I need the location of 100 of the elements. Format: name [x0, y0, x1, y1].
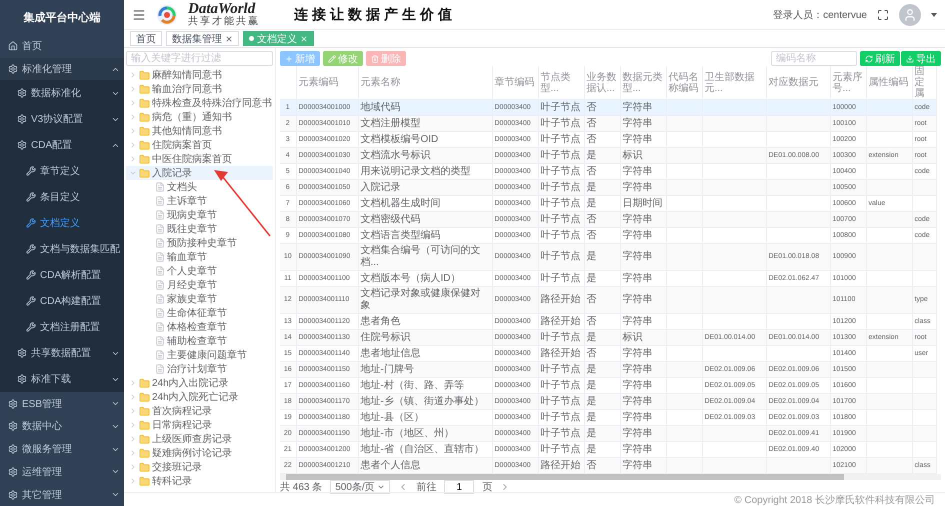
sidebar-item[interactable]: 条目定义	[0, 184, 124, 210]
gear-icon	[17, 88, 27, 98]
tree-item[interactable]: 其他知情同意书	[126, 124, 273, 138]
sidebar-item[interactable]: 运维管理	[0, 460, 124, 484]
wrench-icon	[26, 192, 36, 202]
brand-name: DataWorld	[188, 2, 256, 17]
sidebar-item[interactable]: 文档定义	[0, 210, 124, 236]
tree-item[interactable]: 特殊检查及特殊治疗同意书	[126, 96, 273, 110]
tree-item[interactable]: 月经史章节	[126, 278, 273, 292]
tree-item[interactable]: 辅助检查章节	[126, 334, 273, 348]
folder-icon	[139, 378, 150, 388]
tree-item[interactable]: 24h内入院死亡记录	[126, 390, 273, 404]
tree-item[interactable]: 治疗计划章节	[126, 362, 273, 376]
sidebar-item[interactable]: 数据中心	[0, 415, 124, 438]
tree-item[interactable]: 主诉章节	[126, 194, 273, 208]
folder-icon	[139, 392, 150, 402]
document-icon	[155, 308, 165, 318]
user-avatar[interactable]	[899, 4, 921, 26]
tab[interactable]: 数据集管理	[166, 31, 239, 46]
gear-icon	[8, 64, 18, 74]
menu-icon[interactable]	[132, 8, 146, 22]
sidebar-item[interactable]: CDA解析配置	[0, 262, 124, 288]
caret-down-icon[interactable]	[931, 12, 937, 16]
tab[interactable]: 首页	[130, 31, 162, 46]
filter-field[interactable]: 输入关键字进行过滤	[126, 51, 273, 66]
tree-item[interactable]: 疑难病例讨论记录	[126, 446, 273, 460]
sidebar-item[interactable]: 文档与数据集匹配	[0, 236, 124, 262]
tree-item[interactable]: 输血治疗同意书	[126, 82, 273, 96]
slogan: 连接让数据产生价值	[294, 6, 456, 24]
document-icon	[155, 336, 165, 346]
sidebar-item[interactable]: 其它管理	[0, 483, 124, 506]
document-icon	[155, 252, 165, 262]
document-icon	[155, 224, 165, 234]
logo-icon	[156, 4, 178, 26]
tree-item[interactable]: 入院记录	[126, 166, 273, 180]
close-icon[interactable]	[225, 34, 233, 42]
tree-item[interactable]: 首次病程记录	[126, 404, 273, 418]
gear-icon	[17, 374, 27, 384]
sidebar-item[interactable]: 共享数据配置	[0, 340, 124, 366]
document-icon	[155, 280, 165, 290]
wrench-icon	[26, 218, 36, 228]
login-user: 登录人员：centervue	[773, 8, 867, 22]
sidebar-item[interactable]: CDA配置	[0, 132, 124, 158]
total-count: 共 463 条	[280, 480, 322, 494]
tree-item[interactable]: 病危（重）通知书	[126, 110, 273, 124]
sidebar-item[interactable]: 数据标准化	[0, 80, 124, 106]
tree-item[interactable]: 输血章节	[126, 250, 273, 264]
dot-icon	[249, 36, 254, 41]
sidebar-item[interactable]: 首页	[0, 34, 124, 58]
document-icon	[155, 350, 165, 360]
home-icon	[8, 41, 18, 52]
sidebar-item[interactable]: V3协议配置	[0, 106, 124, 132]
sidebar-item[interactable]: 文档注册配置	[0, 314, 124, 340]
tree-item[interactable]: 生命体征章节	[126, 306, 273, 320]
sidebar-item[interactable]: CDA构建配置	[0, 288, 124, 314]
tree-item[interactable]: 主要健康问题章节	[126, 348, 273, 362]
folder-icon	[139, 70, 150, 80]
tree-item[interactable]: 预防接种史章节	[126, 236, 273, 250]
download-icon	[906, 54, 914, 62]
sidebar-item[interactable]: 标准下载	[0, 366, 124, 392]
sidebar-item[interactable]: ESB管理	[0, 392, 124, 416]
tree-item[interactable]: 日常病程记录	[126, 418, 273, 432]
document-icon	[155, 238, 165, 248]
document-icon	[155, 196, 165, 206]
tree-item[interactable]: 转科记录	[126, 474, 273, 488]
folder-icon	[139, 434, 150, 444]
wrench-icon	[26, 244, 36, 254]
tree-item[interactable]: 现病史章节	[126, 208, 273, 222]
copyright-text: © Copyright 2018 长沙摩氏软件科技有限公司	[124, 492, 945, 506]
sidebar-item[interactable]: 章节定义	[0, 158, 124, 184]
folder-icon	[139, 84, 150, 94]
goto-label: 前往	[416, 480, 436, 494]
document-icon	[155, 266, 165, 276]
page-size-select[interactable]: 500条/页	[330, 480, 390, 494]
refresh-icon	[865, 54, 873, 62]
folder-icon	[139, 448, 150, 458]
folder-icon	[139, 154, 150, 164]
sidebar-item[interactable]: 标准化管理	[0, 58, 124, 80]
tree-item[interactable]: 家族史章节	[126, 292, 273, 306]
tree-item[interactable]: 文档头	[126, 180, 273, 194]
search-field[interactable]: 编码名称	[771, 51, 857, 66]
page-input[interactable]: 1	[444, 480, 474, 494]
tree-item[interactable]: 麻醉知情同意书	[126, 68, 273, 82]
gear-icon	[8, 398, 18, 409]
gear-icon	[17, 114, 27, 124]
tree-item[interactable]: 上级医师查房记录	[126, 432, 273, 446]
folder-icon	[139, 168, 150, 178]
horizontal-scrollbar[interactable]	[280, 474, 941, 480]
fullscreen-icon[interactable]	[877, 8, 889, 20]
tree-item[interactable]: 24h内入出院记录	[126, 376, 273, 390]
sidebar-item[interactable]: 微服务管理	[0, 438, 124, 461]
tree-item[interactable]: 交接班记录	[126, 460, 273, 474]
document-icon	[155, 182, 165, 192]
tree-item[interactable]: 住院病案首页	[126, 138, 273, 152]
tree-item[interactable]: 中医住院病案首页	[126, 152, 273, 166]
tree-item[interactable]: 体格检查章节	[126, 320, 273, 334]
tree-item[interactable]: 既往史章节	[126, 222, 273, 236]
folder-icon	[139, 98, 150, 108]
tree-item[interactable]: 个人史章节	[126, 264, 273, 278]
pencil-icon	[328, 54, 336, 62]
